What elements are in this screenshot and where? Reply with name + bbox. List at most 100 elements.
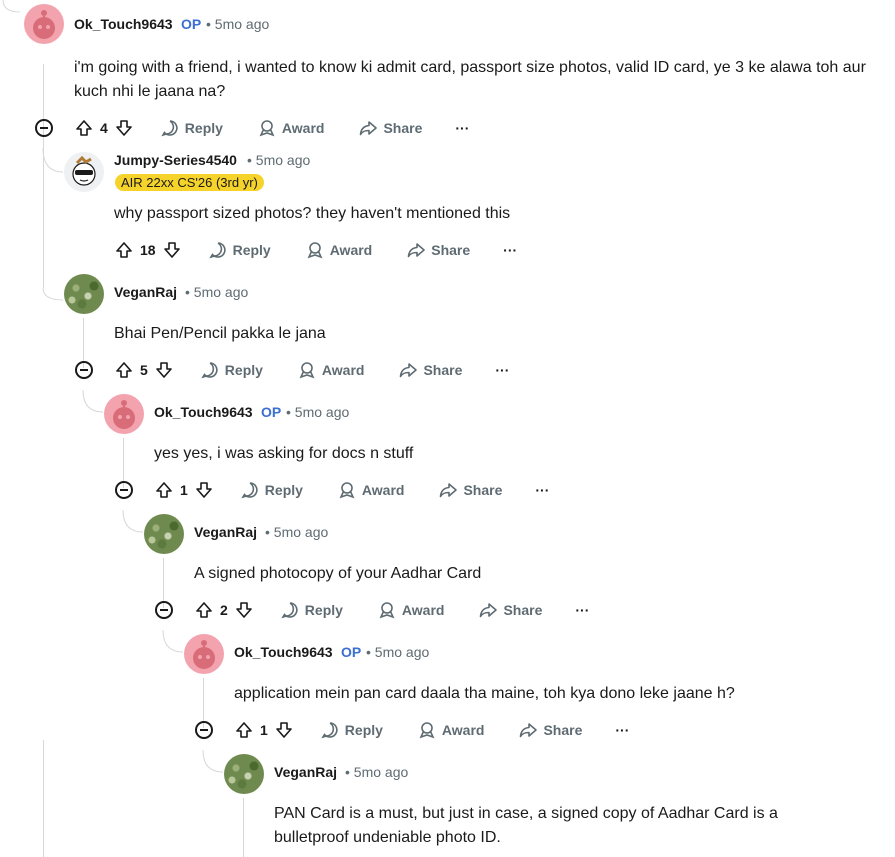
more-options-button[interactable]: ··· xyxy=(575,602,589,618)
downvote-icon[interactable] xyxy=(274,720,294,740)
upvote-icon[interactable] xyxy=(74,118,94,138)
downvote-icon[interactable] xyxy=(162,240,182,260)
comment-actions: 5 Reply Award Share ··· xyxy=(114,358,509,382)
more-options-button[interactable]: ··· xyxy=(503,242,517,258)
upvote-icon[interactable] xyxy=(154,480,174,500)
vote-box: 18 xyxy=(114,240,182,260)
collapse-button[interactable] xyxy=(155,601,173,619)
reply-button[interactable]: Reply xyxy=(280,600,343,620)
award-icon xyxy=(259,120,275,137)
comment-body: application mein pan card daala tha main… xyxy=(234,685,735,702)
share-button[interactable]: Share xyxy=(438,480,502,500)
vote-count: 5 xyxy=(140,362,148,378)
upvote-icon[interactable] xyxy=(114,360,134,380)
username[interactable]: VeganRaj xyxy=(194,524,257,540)
reply-label: Reply xyxy=(224,362,263,378)
timestamp: • 5mo ago xyxy=(206,16,270,32)
comment-body: yes yes, i was asking for docs n stuff xyxy=(154,445,414,462)
reply-button[interactable]: Reply xyxy=(208,240,271,260)
share-button[interactable]: Share xyxy=(478,600,542,620)
reply-label: Reply xyxy=(304,602,343,618)
reply-button[interactable]: Reply xyxy=(240,480,303,500)
award-button[interactable]: Award xyxy=(257,118,325,138)
reply-button[interactable]: Reply xyxy=(320,720,383,740)
reply-icon xyxy=(321,722,338,739)
avatar[interactable] xyxy=(224,754,264,794)
downvote-icon[interactable] xyxy=(114,118,134,138)
award-label: Award xyxy=(401,602,445,618)
more-options-button[interactable]: ··· xyxy=(535,482,549,498)
share-button[interactable]: Share xyxy=(398,360,462,380)
reply-icon xyxy=(241,482,258,499)
reply-button[interactable]: Reply xyxy=(160,118,223,138)
share-icon xyxy=(480,603,498,618)
award-icon xyxy=(379,602,395,619)
vote-box: 5 xyxy=(114,360,174,380)
share-icon xyxy=(360,121,378,136)
award-button[interactable]: Award xyxy=(297,360,365,380)
downvote-icon[interactable] xyxy=(234,600,254,620)
award-label: Award xyxy=(321,362,365,378)
share-button[interactable]: Share xyxy=(406,240,470,260)
avatar[interactable] xyxy=(64,152,104,192)
downvote-icon[interactable] xyxy=(154,360,174,380)
username[interactable]: Jumpy-Series4540 xyxy=(114,152,237,168)
username[interactable]: Ok_Touch9643 xyxy=(234,644,333,660)
snoo-icon xyxy=(33,10,55,39)
collapse-button[interactable] xyxy=(75,361,93,379)
more-options-button[interactable]: ··· xyxy=(615,722,629,738)
username[interactable]: Ok_Touch9643 xyxy=(154,404,253,420)
share-icon xyxy=(400,363,418,378)
upvote-icon[interactable] xyxy=(194,600,214,620)
avatar[interactable] xyxy=(144,514,184,554)
vote-count: 4 xyxy=(100,120,108,136)
collapse-button[interactable] xyxy=(115,481,133,499)
collapse-button[interactable] xyxy=(35,119,53,137)
award-icon xyxy=(299,362,315,379)
username[interactable]: VeganRaj xyxy=(114,284,177,300)
award-button[interactable]: Award xyxy=(417,720,484,740)
timestamp: • 5mo ago xyxy=(286,404,350,420)
reply-button[interactable]: Reply xyxy=(200,360,263,380)
downvote-icon[interactable] xyxy=(194,480,214,500)
comment-actions: 4 Reply Award Share ··· xyxy=(74,116,469,140)
upvote-icon[interactable] xyxy=(114,240,134,260)
comment-actions: 1 Reply Award Share ··· xyxy=(234,718,629,742)
award-button[interactable]: Award xyxy=(377,600,445,620)
timestamp: • 5mo ago xyxy=(366,644,430,660)
more-options-button[interactable]: ··· xyxy=(455,120,469,136)
timestamp: • 5mo ago xyxy=(247,152,311,168)
share-label: Share xyxy=(383,120,423,136)
avatar[interactable] xyxy=(184,634,224,674)
reply-label: Reply xyxy=(344,722,383,738)
award-button[interactable]: Award xyxy=(305,240,372,260)
upvote-icon[interactable] xyxy=(234,720,254,740)
comment-actions: 2 Reply Award Share ··· xyxy=(194,598,589,622)
username[interactable]: VeganRaj xyxy=(274,764,337,780)
avatar[interactable] xyxy=(104,394,144,434)
avatar[interactable] xyxy=(64,274,104,314)
collapse-button[interactable] xyxy=(195,721,213,739)
award-icon xyxy=(307,242,323,259)
vote-count: 18 xyxy=(140,242,156,258)
vote-box: 1 xyxy=(234,720,294,740)
share-label: Share xyxy=(423,362,463,378)
vote-box: 2 xyxy=(194,600,254,620)
more-options-button[interactable]: ··· xyxy=(495,362,509,378)
share-button[interactable]: Share xyxy=(358,118,422,138)
comment-actions: 1 Reply Award Share ··· xyxy=(154,478,549,502)
comment-body: A signed photocopy of your Aadhar Card xyxy=(194,565,482,582)
comment-body: Bhai Pen/Pencil pakka le jana xyxy=(114,325,326,342)
vote-count: 1 xyxy=(180,482,188,498)
vote-count: 2 xyxy=(220,602,228,618)
comment-body: why passport sized photos? they haven't … xyxy=(114,205,511,222)
avatar[interactable] xyxy=(24,4,64,44)
op-badge: OP xyxy=(261,404,282,420)
award-label: Award xyxy=(281,120,325,136)
reply-icon xyxy=(208,242,226,259)
share-label: Share xyxy=(463,482,503,498)
vote-count: 1 xyxy=(260,722,268,738)
award-button[interactable]: Award xyxy=(337,480,404,500)
share-button[interactable]: Share xyxy=(518,720,582,740)
username[interactable]: Ok_Touch9643 xyxy=(74,16,173,32)
